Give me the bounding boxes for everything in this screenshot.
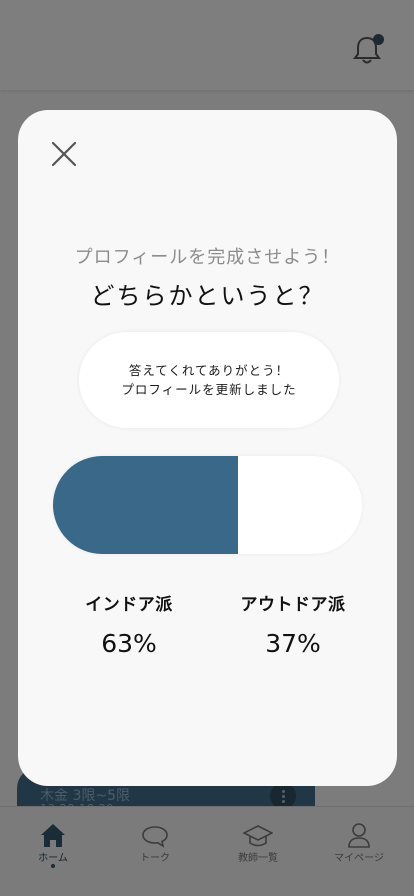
option-outdoor: アウトドア派 37% [218, 590, 368, 658]
tab-bar: ホーム トーク 教師一覧 マイページ [0, 806, 414, 896]
tab-home-label: ホーム [38, 853, 68, 864]
thanks-message-line2: プロフィールを更新しました [121, 382, 297, 397]
profile-survey-modal: プロフィールを完成させよう！ どちらかというと？ 答えてくれてありがとう！ プロ… [18, 110, 397, 786]
notification-dot [373, 34, 384, 45]
tab-teachers-label: 教師一覧 [238, 853, 278, 864]
tab-teachers[interactable]: 教師一覧 [206, 807, 310, 896]
modal-subtitle: プロフィールを完成させよう！ [74, 247, 341, 268]
active-tab-indicator [51, 864, 55, 868]
thanks-message-line1: 答えてくれてありがとう！ [128, 363, 290, 378]
tab-mypage-label: マイページ [334, 853, 384, 864]
chat-bubble-icon [142, 826, 168, 848]
option-outdoor-percent: 37% [265, 629, 321, 658]
thanks-message-bubble: 答えてくれてありがとう！ プロフィールを更新しました [79, 332, 339, 428]
graduation-cap-icon [243, 825, 273, 847]
tab-home[interactable]: ホーム [1, 807, 105, 896]
modal-question: どちらかというと？ [90, 282, 325, 310]
close-icon[interactable] [46, 136, 82, 172]
home-icon [41, 824, 65, 847]
result-bar-fill [53, 456, 239, 554]
tab-talk[interactable]: トーク [103, 807, 207, 896]
option-indoor-percent: 63% [101, 629, 157, 658]
option-indoor: インドア派 63% [54, 590, 204, 658]
user-icon [348, 823, 370, 848]
option-outdoor-label: アウトドア派 [240, 595, 346, 615]
option-indoor-label: インドア派 [85, 595, 173, 615]
tab-mypage[interactable]: マイページ [307, 807, 411, 896]
result-bar [53, 456, 362, 554]
app-header [0, 0, 414, 90]
tab-talk-label: トーク [140, 853, 170, 864]
